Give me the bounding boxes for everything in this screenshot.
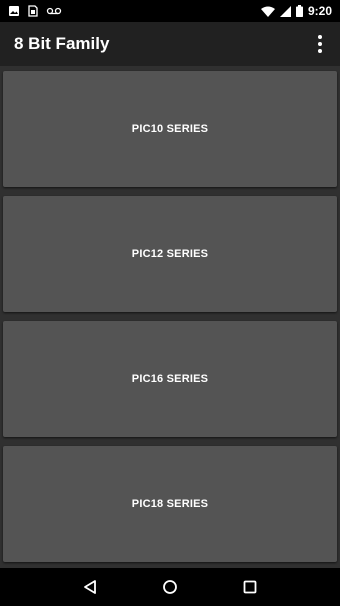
wifi-icon <box>260 6 275 17</box>
overflow-dot <box>318 49 322 53</box>
navigation-bar <box>0 568 340 606</box>
app-bar: 8 Bit Family <box>0 22 340 66</box>
status-time: 9:20 <box>307 4 332 18</box>
series-list: PIC10 SERIES PIC12 SERIES PIC16 SERIES P… <box>0 66 340 568</box>
battery-icon <box>295 5 303 17</box>
status-left-icons <box>8 5 62 17</box>
series-card-pic12[interactable]: PIC12 SERIES <box>3 196 337 312</box>
series-label: PIC16 SERIES <box>131 373 209 385</box>
recents-icon[interactable] <box>238 575 262 599</box>
series-label: PIC12 SERIES <box>131 248 209 260</box>
cell-signal-icon <box>279 5 291 17</box>
back-icon[interactable] <box>78 575 102 599</box>
series-label: PIC18 SERIES <box>131 498 209 510</box>
app-title: 8 Bit Family <box>14 34 110 53</box>
status-bar: 9:20 <box>0 0 340 22</box>
sim-notification-icon <box>28 5 38 17</box>
series-card-pic10[interactable]: PIC10 SERIES <box>3 71 337 187</box>
series-card-pic18[interactable]: PIC18 SERIES <box>3 446 337 562</box>
status-right-icons: 9:20 <box>260 4 332 18</box>
series-card-pic16[interactable]: PIC16 SERIES <box>3 321 337 437</box>
series-label: PIC10 SERIES <box>131 123 209 135</box>
voicemail-icon <box>46 6 62 16</box>
overflow-dot <box>318 42 322 46</box>
overflow-menu-icon[interactable] <box>310 29 330 59</box>
image-notification-icon <box>8 5 20 17</box>
overflow-dot <box>318 35 322 39</box>
home-icon[interactable] <box>158 575 182 599</box>
